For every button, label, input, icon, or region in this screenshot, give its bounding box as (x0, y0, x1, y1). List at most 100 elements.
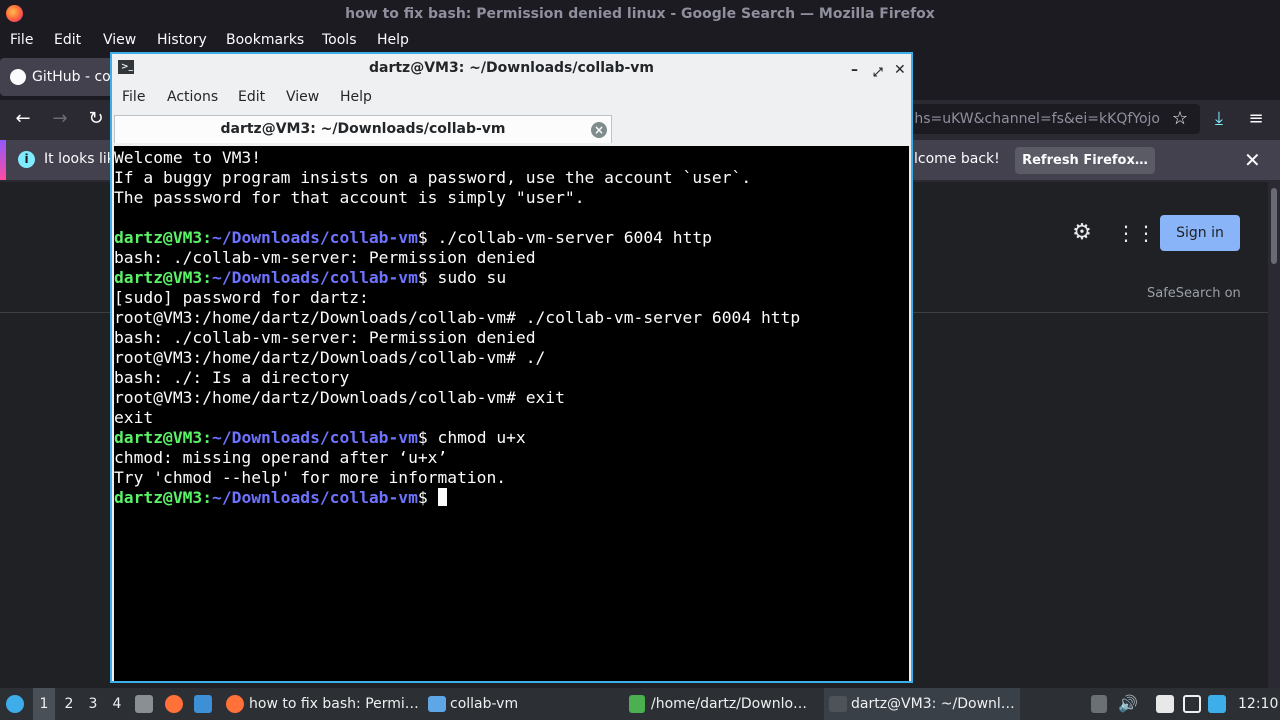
tray-up-icon[interactable] (1091, 695, 1107, 713)
terminal-tab-label: dartz@VM3: ~/Downloads/collab-vm (220, 121, 506, 137)
refresh-firefox-button[interactable]: Refresh Firefox… (1015, 147, 1155, 174)
workspace-3[interactable]: 3 (82, 688, 104, 720)
volume-icon[interactable]: 🔊 (1118, 695, 1138, 713)
settings-gear-icon[interactable]: ⚙ (1069, 220, 1095, 246)
back-arrow-icon[interactable]: ← (10, 106, 36, 132)
taskbar-item-collab-vm[interactable]: collab-vm (426, 688, 622, 720)
terminal-line: Welcome to VM3! (114, 148, 262, 167)
scrollbar-thumb[interactable] (1271, 188, 1277, 264)
terminal-line: chmod: missing operand after ‘u+x’ (114, 448, 448, 467)
terminal-line: root@VM3:/home/dartz/Downloads/collab-vm… (114, 308, 801, 327)
terminal-menu-actions[interactable]: Actions (167, 89, 218, 105)
terminal-line: If a buggy program insists on a password… (114, 168, 752, 187)
taskbar-item-label: /home/dartz/Downlo… (651, 696, 808, 712)
terminal-menu-file[interactable]: File (122, 89, 145, 105)
prompt-colon: : (202, 268, 213, 287)
url-text: hs=uKW&channel=fs&ei=kKQfYojo (914, 111, 1160, 127)
prompt-command: $ (417, 488, 438, 507)
forward-arrow-icon[interactable]: → (47, 106, 73, 132)
notification-text-left: It looks lik (44, 151, 115, 167)
firefox-logo-icon (6, 5, 23, 22)
terminal-icon (829, 696, 847, 712)
reload-icon[interactable]: ↻ (83, 106, 109, 132)
updates-icon[interactable] (1208, 695, 1226, 713)
taskbar-item-firefox[interactable]: how to fix bash: Permi… (224, 688, 420, 720)
firefox-menu-tools[interactable]: Tools (322, 32, 357, 48)
safesearch-label[interactable]: SafeSearch on (1147, 286, 1241, 301)
desktop-launcher-icon[interactable] (194, 695, 212, 713)
terminal-line: dartz@VM3:~/Downloads/collab-vm$ chmod u… (114, 428, 909, 448)
terminal-line: bash: ./collab-vm-server: Permission den… (114, 248, 536, 267)
workspace-2[interactable]: 2 (58, 688, 80, 720)
terminal-title-bar[interactable]: >_ dartz@VM3: ~/Downloads/collab-vm – ⤢ … (112, 54, 911, 82)
terminal-line: root@VM3:/home/dartz/Downloads/collab-vm… (114, 348, 546, 367)
firefox-menu-history[interactable]: History (157, 32, 207, 48)
prompt-user: dartz@VM3 (114, 268, 203, 287)
notification-text-right: lcome back! (914, 151, 1000, 167)
notification-stripe (0, 140, 6, 180)
clipboard-icon[interactable] (1156, 695, 1174, 713)
workspace-4[interactable]: 4 (106, 688, 128, 720)
google-apps-icon[interactable]: ⋮⋮⋮ (1116, 220, 1176, 246)
terminal-line: dartz@VM3:~/Downloads/collab-vm$ sudo su (114, 268, 909, 288)
terminal-tab[interactable]: dartz@VM3: ~/Downloads/collab-vm × (114, 115, 612, 143)
firefox-launcher-icon[interactable] (165, 695, 183, 713)
terminal-line: root@VM3:/home/dartz/Downloads/collab-vm… (114, 388, 565, 407)
terminal-line: dartz@VM3:~/Downloads/collab-vm$ (114, 488, 909, 508)
file-manager-launcher-icon[interactable] (135, 695, 153, 713)
firefox-icon (226, 695, 244, 713)
hamburger-menu-icon[interactable]: ≡ (1243, 106, 1269, 132)
firefox-menu-bookmarks[interactable]: Bookmarks (226, 32, 304, 48)
prompt-command: $ chmod u+x (417, 428, 526, 447)
terminal-window: >_ dartz@VM3: ~/Downloads/collab-vm – ⤢ … (110, 52, 913, 683)
terminal-line: bash: ./: Is a directory (114, 368, 350, 387)
sign-in-button[interactable]: Sign in (1160, 215, 1240, 251)
info-icon: i (18, 151, 35, 168)
terminal-menu-help[interactable]: Help (340, 89, 372, 105)
terminal-cursor (437, 488, 447, 506)
terminal-app-icon: >_ (118, 60, 134, 74)
notification-close-icon[interactable]: ✕ (1244, 148, 1261, 172)
prompt-path: ~/Downloads/collab-vm (212, 228, 418, 247)
firefox-title-bar: how to fix bash: Permission denied linux… (0, 0, 1280, 28)
prompt-command: $ sudo su (417, 268, 507, 287)
minimize-icon[interactable]: – (851, 56, 858, 84)
prompt-colon: : (202, 428, 213, 447)
prompt-path: ~/Downloads/collab-vm (212, 488, 418, 507)
prompt-user: dartz@VM3 (114, 428, 203, 447)
prompt-colon: : (202, 228, 213, 247)
terminal-menu-edit[interactable]: Edit (238, 89, 265, 105)
terminal-line: [sudo] password for dartz: (114, 288, 369, 307)
taskbar-item-label: how to fix bash: Permi… (249, 696, 419, 712)
clock[interactable]: 12:10 (1238, 688, 1278, 720)
taskbar-item-terminal[interactable]: dartz@VM3: ~/Downl… (824, 688, 1020, 720)
terminal-menu-view[interactable]: View (286, 89, 319, 105)
taskbar-item-label: collab-vm (450, 696, 519, 712)
download-icon[interactable]: ⤓ (1206, 106, 1232, 132)
window-close-icon[interactable]: ✕ (894, 56, 906, 84)
prompt-path: ~/Downloads/collab-vm (212, 268, 418, 287)
page-scrollbar[interactable] (1268, 182, 1280, 688)
firefox-menu-edit[interactable]: Edit (54, 32, 81, 48)
bookmark-star-icon[interactable]: ☆ (1167, 106, 1193, 132)
folder-icon (428, 696, 446, 712)
start-menu-icon[interactable] (6, 695, 24, 713)
prompt-command: $ ./collab-vm-server 6004 http (417, 228, 712, 247)
taskbar-item-archive[interactable]: /home/dartz/Downlo… (627, 688, 819, 720)
firefox-tab-label: GitHub - cor (32, 69, 117, 85)
workspace-1[interactable]: 1 (33, 688, 55, 720)
terminal-window-title: dartz@VM3: ~/Downloads/collab-vm (368, 60, 655, 76)
terminal-screen[interactable]: Welcome to VM3! If a buggy program insist… (114, 146, 909, 681)
prompt-user: dartz@VM3 (114, 488, 203, 507)
prompt-user: dartz@VM3 (114, 228, 203, 247)
firefox-menubar: File Edit View History Bookmarks Tools H… (0, 28, 1280, 54)
prompt-colon: : (202, 488, 213, 507)
display-icon[interactable] (1183, 695, 1201, 713)
firefox-menu-file[interactable]: File (10, 32, 33, 48)
taskbar: 1 2 3 4 how to fix bash: Permi… collab-v… (0, 688, 1280, 720)
tab-close-icon[interactable]: × (591, 122, 607, 138)
firefox-menu-help[interactable]: Help (377, 32, 409, 48)
terminal-menubar: File Actions Edit View Help (112, 82, 911, 112)
terminal-line: The passsword for that account is simply… (114, 188, 585, 207)
firefox-menu-view[interactable]: View (103, 32, 136, 48)
